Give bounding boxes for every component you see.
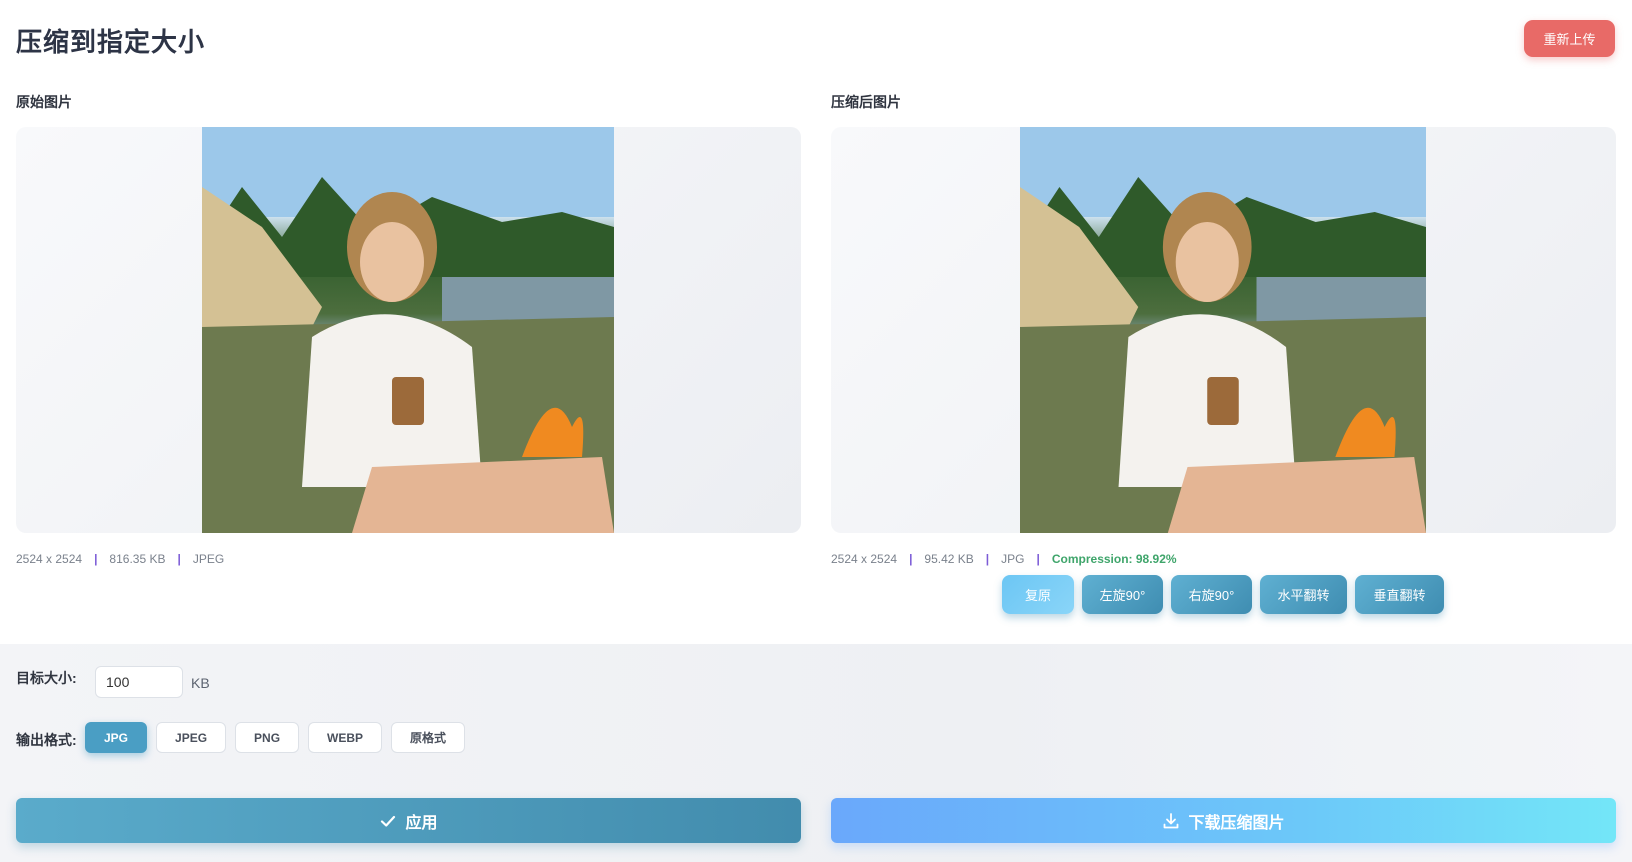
reupload-button[interactable]: 重新上传 (1524, 20, 1615, 57)
settings-panel: 目标大小: KB 输出格式: JPG JPEG PNG WEBP 原格式 应用 … (0, 644, 1632, 862)
original-image-meta: 2524 x 2524 | 816.35 KB | JPEG (16, 552, 224, 566)
compressed-image-label: 压缩后图片 (831, 94, 901, 110)
compressed-image (1020, 127, 1426, 533)
download-icon (1162, 812, 1180, 830)
download-button[interactable]: 下载压缩图片 (831, 798, 1616, 843)
format-options: JPG JPEG PNG WEBP 原格式 (85, 722, 466, 753)
compressed-dimensions: 2524 x 2524 (831, 552, 898, 566)
meta-separator: | (94, 552, 98, 566)
download-label: 下载压缩图片 (1188, 814, 1285, 832)
output-format-label: 输出格式: (16, 732, 77, 748)
format-option-jpeg[interactable]: JPEG (156, 722, 227, 753)
page-title: 压缩到指定大小 (16, 27, 206, 57)
original-dimensions: 2524 x 2524 (16, 552, 83, 566)
original-size: 816.35 KB (109, 552, 166, 566)
target-size-unit: KB (191, 675, 210, 691)
compressed-format: JPG (1001, 552, 1025, 566)
rotate-left-button[interactable]: 左旋90° (1082, 575, 1163, 614)
compression-ratio: Compression: 98.92% (1051, 552, 1177, 566)
format-option-jpg[interactable]: JPG (85, 722, 148, 753)
compressed-image-container (831, 127, 1616, 533)
compressed-photo-graphic (1020, 127, 1426, 533)
original-image-container (16, 127, 801, 533)
format-option-webp[interactable]: WEBP (308, 722, 383, 753)
reset-button[interactable]: 复原 (1002, 575, 1074, 614)
flip-horizontal-button[interactable]: 水平翻转 (1260, 575, 1347, 614)
rotate-right-button[interactable]: 右旋90° (1171, 575, 1252, 614)
apply-label: 应用 (405, 814, 438, 832)
format-option-png[interactable]: PNG (235, 722, 300, 753)
meta-separator: | (909, 552, 913, 566)
target-size-label: 目标大小: (16, 670, 77, 686)
original-image (202, 127, 614, 533)
meta-separator: | (177, 552, 181, 566)
flip-vertical-button[interactable]: 垂直翻转 (1355, 575, 1444, 614)
meta-separator: | (985, 552, 990, 566)
compressed-image-meta: 2524 x 2524 | 95.42 KB | JPG | Compressi… (831, 552, 1177, 566)
meta-separator: | (1036, 552, 1040, 566)
check-icon (379, 812, 397, 830)
transform-toolbar: 复原 左旋90° 右旋90° 水平翻转 垂直翻转 (1002, 575, 1444, 614)
apply-button[interactable]: 应用 (16, 798, 801, 843)
original-format: JPEG (192, 552, 225, 566)
format-option-original[interactable]: 原格式 (391, 722, 466, 753)
target-size-input[interactable] (95, 666, 183, 698)
compressed-size: 95.42 KB (924, 552, 974, 566)
original-photo-graphic (202, 127, 614, 533)
original-image-label: 原始图片 (16, 94, 72, 110)
